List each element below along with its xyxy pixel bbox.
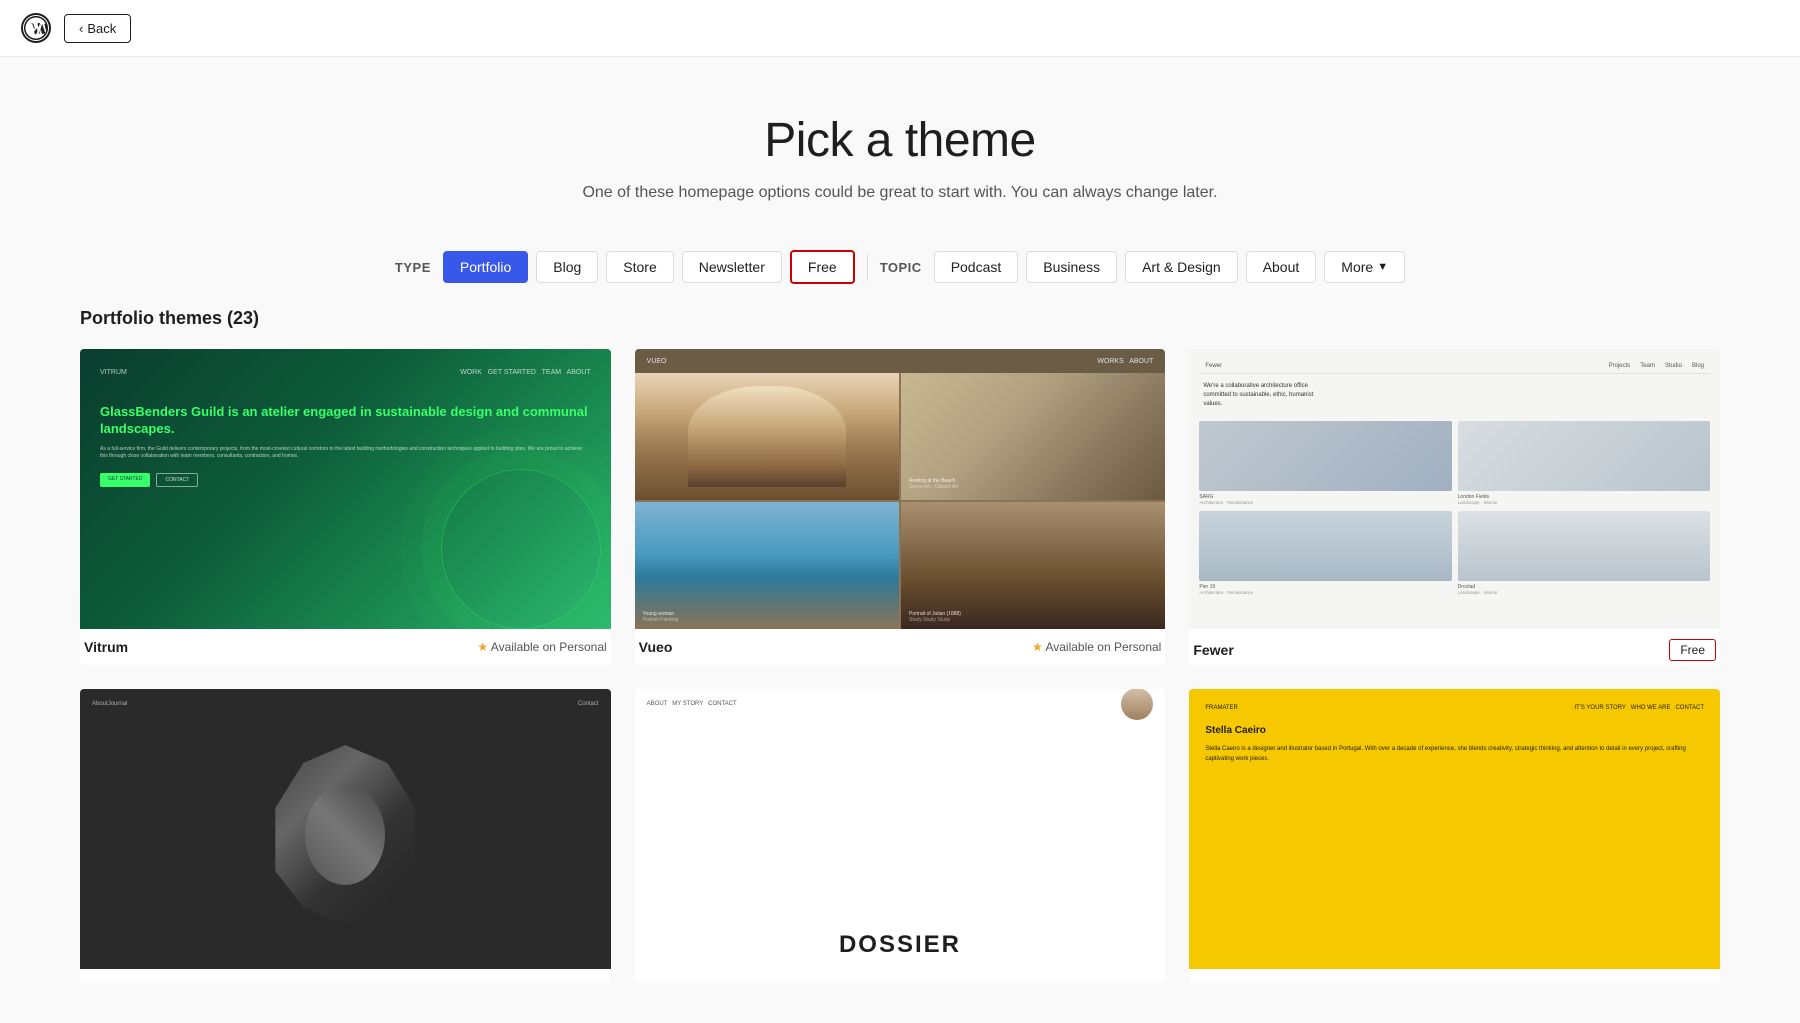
chevron-down-icon: ▼: [1377, 261, 1388, 273]
vueo-theme-info: Vueo Available on Personal: [635, 629, 1166, 659]
vueo-name: Vueo: [639, 639, 673, 655]
type-label: TYPE: [395, 260, 431, 275]
fewer-nav: Fewer Projects Team Studio Blog: [1199, 359, 1710, 374]
vitrum-body: As a full-service firm, the Guild delive…: [100, 446, 591, 461]
vueo-header: VUEO WORKS ABOUT: [635, 349, 1166, 373]
dossier-top: ABOUT MY STORY CONTACT: [635, 689, 1166, 719]
fewer-badge: Free: [1669, 639, 1716, 661]
theme-card-fewer[interactable]: Fewer Projects Team Studio Blog We're a …: [1189, 349, 1720, 665]
theme-preview-yellow: FRAMATER IT'S YOUR STORY WHO WE ARE CONT…: [1189, 689, 1720, 969]
more-label: More: [1341, 259, 1373, 275]
fewer-name: Fewer: [1193, 642, 1233, 658]
vueo-badge: Available on Personal: [1032, 640, 1161, 654]
vitrum-decorative-circle: [441, 469, 601, 629]
yellow-content: Stella Caeiro Stella Caeiro is a designe…: [1205, 723, 1704, 764]
theme-card-dark[interactable]: About Journal Contact: [80, 689, 611, 983]
fewer-img-4: [1458, 511, 1710, 581]
theme-card-dossier[interactable]: ABOUT MY STORY CONTACT DOSSIER: [635, 689, 1166, 983]
themes-grid: VITRUM WORK GET STARTED TEAM ABOUT Glass…: [80, 349, 1720, 983]
filter-blog[interactable]: Blog: [536, 251, 598, 283]
vitrum-headline: GlassBenders Guild is an atelier engaged…: [100, 404, 591, 438]
vitrum-nav: VITRUM WORK GET STARTED TEAM ABOUT: [100, 369, 591, 376]
vitrum-name: Vitrum: [84, 639, 128, 655]
top-bar: W ‹ Back: [0, 0, 1800, 57]
theme-preview-vueo: VUEO WORKS ABOUT: [635, 349, 1166, 629]
svg-text:W: W: [29, 22, 43, 37]
theme-preview-dossier: ABOUT MY STORY CONTACT DOSSIER: [635, 689, 1166, 969]
back-button[interactable]: ‹ Back: [64, 14, 131, 43]
filter-art-design[interactable]: Art & Design: [1125, 251, 1238, 283]
dark-nav: About Journal Contact: [92, 701, 599, 707]
filter-about[interactable]: About: [1246, 251, 1317, 283]
theme-card-vitrum[interactable]: VITRUM WORK GET STARTED TEAM ABOUT Glass…: [80, 349, 611, 665]
vueo-dark-portrait-cell: Portrait of Julian (1888)Study Study Stu…: [901, 502, 1165, 629]
theme-card-vueo[interactable]: VUEO WORKS ABOUT: [635, 349, 1166, 665]
dossier-theme-info: [635, 969, 1166, 983]
theme-card-yellow[interactable]: FRAMATER IT'S YOUR STORY WHO WE ARE CONT…: [1189, 689, 1720, 983]
wordpress-logo: W: [20, 12, 52, 44]
section-title: Portfolio themes (23): [80, 308, 1720, 329]
theme-preview-dark: About Journal Contact: [80, 689, 611, 969]
filter-store[interactable]: Store: [606, 251, 673, 283]
vueo-portrait-cell: [635, 373, 899, 500]
vitrum-theme-info: Vitrum Available on Personal: [80, 629, 611, 659]
fewer-img-1: [1199, 421, 1451, 491]
theme-preview-vitrum: VITRUM WORK GET STARTED TEAM ABOUT Glass…: [80, 349, 611, 629]
fewer-img-3: [1199, 511, 1451, 581]
fewer-intro: We're a collaborative architecture offic…: [1199, 382, 1319, 409]
filter-bar: TYPE Portfolio Blog Store Newsletter Fre…: [0, 234, 1800, 308]
fewer-theme-info: Fewer Free: [1189, 629, 1720, 665]
page-subtitle: One of these homepage options could be g…: [20, 184, 1780, 202]
themes-section: Portfolio themes (23) VITRUM WORK GET ST…: [0, 308, 1800, 1023]
fewer-grid: SARG Architecture · Renaissance London F…: [1199, 421, 1710, 595]
filter-more[interactable]: More ▼: [1324, 251, 1405, 283]
fewer-img-2: [1458, 421, 1710, 491]
filter-newsletter[interactable]: Newsletter: [682, 251, 782, 283]
vueo-landscape-cell: Young womanPortrait Painting: [635, 502, 899, 629]
theme-preview-fewer: Fewer Projects Team Studio Blog We're a …: [1189, 349, 1720, 629]
page-title: Pick a theme: [20, 113, 1780, 168]
vitrum-badge: Available on Personal: [477, 640, 606, 654]
filter-podcast[interactable]: Podcast: [934, 251, 1019, 283]
yellow-theme-info: [1189, 969, 1720, 983]
filter-business[interactable]: Business: [1026, 251, 1117, 283]
filter-free[interactable]: Free: [790, 250, 855, 284]
yellow-nav: FRAMATER IT'S YOUR STORY WHO WE ARE CONT…: [1205, 705, 1704, 711]
back-label: Back: [87, 21, 116, 36]
hero-section: Pick a theme One of these homepage optio…: [0, 57, 1800, 234]
filter-divider: [867, 253, 868, 281]
dossier-title: DOSSIER: [839, 931, 961, 959]
filter-portfolio[interactable]: Portfolio: [443, 251, 528, 283]
topic-label: TOPIC: [880, 260, 922, 275]
dark-theme-info: [80, 969, 611, 983]
back-chevron-icon: ‹: [79, 21, 83, 36]
dark-body: [92, 713, 599, 957]
vueo-painting1-cell: Resting at the BeachGenre Art · Classic …: [901, 373, 1165, 500]
